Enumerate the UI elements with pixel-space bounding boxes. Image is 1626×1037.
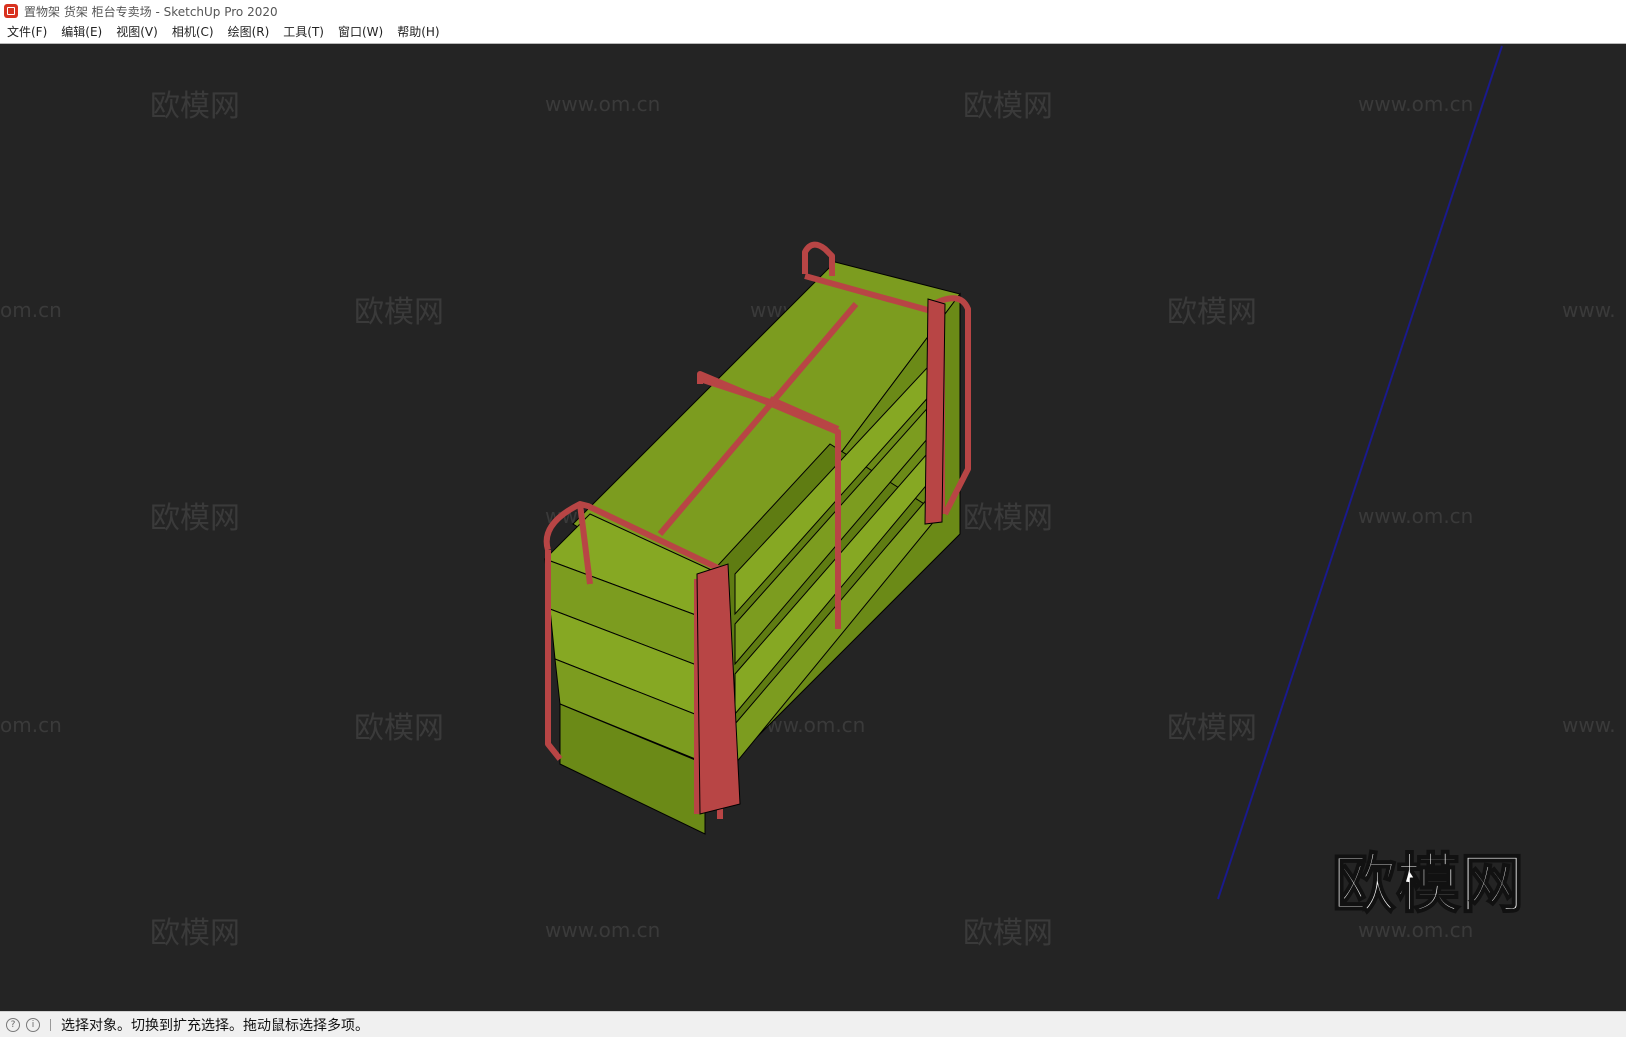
status-message: 选择对象。切换到扩充选择。拖动鼠标选择多项。 (61, 1017, 369, 1034)
watermark-url-cut: www. (1562, 713, 1616, 737)
sketchup-app-icon (4, 4, 18, 18)
geo-location-icon[interactable]: ? (6, 1017, 20, 1032)
menu-bar: 文件(F) 编辑(E) 视图(V) 相机(C) 绘图(R) 工具(T) 窗口(W… (0, 22, 1626, 44)
watermark-brand: 欧模网 (963, 89, 1053, 124)
watermark-brand: 欧模网 (150, 501, 240, 536)
watermark-url: www.om.cn (545, 92, 660, 116)
watermark-url-partial: om.cn (0, 298, 62, 322)
watermark-brand: 欧模网 (150, 89, 240, 124)
watermark-brand: 欧模网 (1167, 711, 1257, 746)
watermark-brand: 欧模网 (354, 711, 444, 746)
blue-axis-line (1217, 45, 1503, 900)
watermark-brand: 欧模网 (354, 295, 444, 330)
brand-logo-text: 欧模网 (1332, 848, 1524, 922)
status-divider (50, 1018, 51, 1031)
menu-tools[interactable]: 工具(T) (276, 22, 331, 43)
watermark-url: www.om.cn (1358, 504, 1473, 528)
title-bar: 置物架 货架 柜台专卖场 - SketchUp Pro 2020 (0, 0, 1626, 22)
viewport-canvas[interactable]: 欧模网 www.om.cn 欧模网 www.om.cn om.cn 欧模网 ww… (0, 44, 1626, 1011)
status-bar: ? i 选择对象。切换到扩充选择。拖动鼠标选择多项。 (0, 1011, 1626, 1037)
watermark-brand: 欧模网 (1167, 295, 1257, 330)
watermark-url-cut: www. (1562, 298, 1616, 322)
menu-camera[interactable]: 相机(C) (165, 22, 221, 43)
menu-edit[interactable]: 编辑(E) (54, 22, 109, 43)
menu-draw[interactable]: 绘图(R) (221, 22, 277, 43)
window-title: 置物架 货架 柜台专卖场 - SketchUp Pro 2020 (24, 4, 278, 19)
watermark-url-partial: om.cn (0, 713, 62, 737)
menu-view[interactable]: 视图(V) (109, 22, 165, 43)
watermark-brand: 欧模网 (963, 501, 1053, 536)
model-viewport[interactable]: 欧模网 www.om.cn 欧模网 www.om.cn om.cn 欧模网 ww… (0, 44, 1626, 1011)
shelf-model[interactable] (543, 241, 971, 835)
watermark-url: www.om.cn (545, 918, 660, 942)
watermark-brand: 欧模网 (150, 916, 240, 951)
menu-file[interactable]: 文件(F) (0, 22, 54, 43)
menu-window[interactable]: 窗口(W) (331, 22, 390, 43)
watermark-url: www.om.cn (1358, 92, 1473, 116)
info-icon[interactable]: i (26, 1017, 40, 1032)
menu-help[interactable]: 帮助(H) (390, 22, 446, 43)
watermark-brand: 欧模网 (963, 916, 1053, 951)
